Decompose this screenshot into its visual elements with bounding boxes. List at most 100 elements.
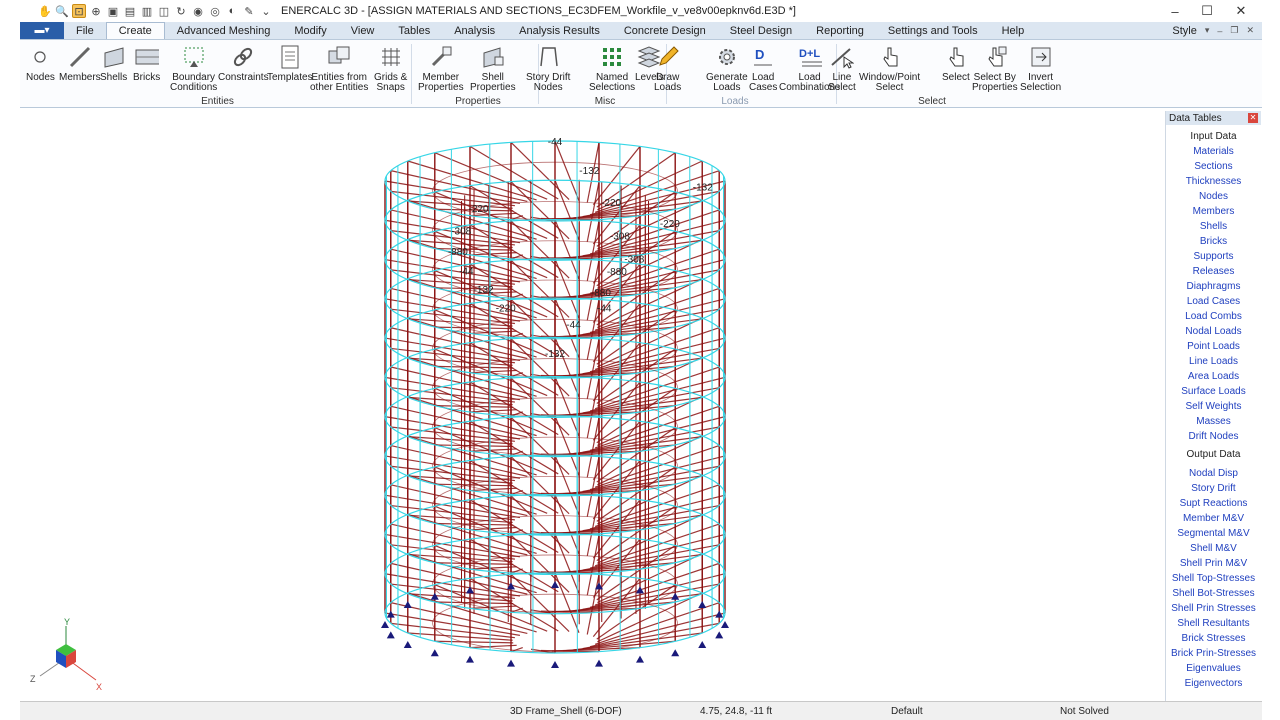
- menu-tab-reporting[interactable]: Reporting: [804, 22, 876, 39]
- menu-tab-settings-and-tools[interactable]: Settings and Tools: [876, 22, 990, 39]
- table-link-load-combs[interactable]: Load Combs: [1166, 309, 1261, 324]
- table-link-releases[interactable]: Releases: [1166, 264, 1261, 279]
- pan-hand-icon[interactable]: ✋: [38, 4, 52, 18]
- result-link-brick-stresses[interactable]: Brick Stresses: [1166, 631, 1261, 646]
- result-link-segmental-m-v[interactable]: Segmental M&V: [1166, 526, 1261, 541]
- shell-properties-button[interactable]: Shell Properties: [470, 43, 516, 93]
- maximize-button[interactable]: ☐: [1190, 0, 1224, 22]
- generate-loads-button[interactable]: Generate Loads: [706, 43, 748, 93]
- result-link-shell-m-v[interactable]: Shell M&V: [1166, 541, 1261, 556]
- result-link-shell-bot-stresses[interactable]: Shell Bot-Stresses: [1166, 586, 1261, 601]
- load-label: -132: [579, 166, 599, 177]
- members-button[interactable]: Members: [59, 43, 101, 83]
- result-link-eigenvectors[interactable]: Eigenvectors: [1166, 676, 1261, 691]
- select-button[interactable]: Select: [942, 43, 970, 83]
- menu-tab-create[interactable]: Create: [105, 22, 165, 39]
- result-link-brick-prin-stresses[interactable]: Brick Prin-Stresses: [1166, 646, 1261, 661]
- table-link-area-loads[interactable]: Area Loads: [1166, 369, 1261, 384]
- result-link-supt-reactions[interactable]: Supt Reactions: [1166, 496, 1261, 511]
- menu-tab-steel-design[interactable]: Steel Design: [718, 22, 804, 39]
- table-link-nodal-loads[interactable]: Nodal Loads: [1166, 324, 1261, 339]
- select-by-properties-button[interactable]: Select By Properties: [972, 43, 1018, 93]
- load-cases-button[interactable]: D Load Cases: [749, 43, 777, 93]
- named-selections-button[interactable]: Named Selections: [589, 43, 635, 93]
- menu-tabs: File Create Advanced Meshing Modify View Tabl…: [64, 22, 1036, 39]
- window-point-select-button[interactable]: Window/Point Select: [859, 43, 920, 93]
- boundary-conditions-button[interactable]: Boundary Conditions: [170, 43, 217, 93]
- invert-selection-button[interactable]: Invert Selection: [1020, 43, 1061, 93]
- table-link-surface-loads[interactable]: Surface Loads: [1166, 384, 1261, 399]
- table-link-bricks[interactable]: Bricks: [1166, 234, 1261, 249]
- result-link-nodal-disp[interactable]: Nodal Disp: [1166, 466, 1261, 481]
- bricks-button[interactable]: Bricks: [133, 43, 160, 83]
- render-icon[interactable]: ◐: [225, 4, 239, 18]
- table-link-point-loads[interactable]: Point Loads: [1166, 339, 1261, 354]
- eye-icon[interactable]: ◉: [191, 4, 205, 18]
- result-link-shell-top-stresses[interactable]: Shell Top-Stresses: [1166, 571, 1261, 586]
- table-link-drift-nodes[interactable]: Drift Nodes: [1166, 429, 1261, 444]
- panel-close-icon[interactable]: ✕: [1248, 113, 1258, 123]
- result-link-shell-prin-stresses[interactable]: Shell Prin Stresses: [1166, 601, 1261, 616]
- result-link-eigenvalues[interactable]: Eigenvalues: [1166, 661, 1261, 676]
- model-drawing[interactable]: -44-132-220-308-880-44-132-220-308-880-4…: [20, 111, 1160, 701]
- model-viewport[interactable]: -44 -132 -220 -308 -880 -44 -132 -220 -308 -880 -4…: [20, 111, 1160, 701]
- table-link-materials[interactable]: Materials: [1166, 144, 1261, 159]
- draw-loads-button[interactable]: Draw Loads: [654, 43, 681, 93]
- result-link-member-m-v[interactable]: Member M&V: [1166, 511, 1261, 526]
- view-3d-icon[interactable]: ◫: [157, 4, 171, 18]
- menu-tab-help[interactable]: Help: [990, 22, 1037, 39]
- style-label[interactable]: Style: [1172, 25, 1196, 37]
- table-link-supports[interactable]: Supports: [1166, 249, 1261, 264]
- menu-tab-analysis-results[interactable]: Analysis Results: [507, 22, 612, 39]
- view-elevation-icon[interactable]: ▤: [123, 4, 137, 18]
- grids-snaps-button[interactable]: Grids & Snaps: [374, 43, 407, 93]
- style-menu[interactable]: Style ▾ – ❐ ✕: [1172, 22, 1262, 39]
- shells-button[interactable]: Shells: [100, 43, 127, 83]
- menu-tab-modify[interactable]: Modify: [282, 22, 338, 39]
- view-side-icon[interactable]: ▥: [140, 4, 154, 18]
- minimize-button[interactable]: –: [1158, 0, 1192, 22]
- line-select-button[interactable]: Line Select: [828, 43, 856, 93]
- rotate-icon[interactable]: ↻: [174, 4, 188, 18]
- zoom-icon[interactable]: 🔍: [55, 4, 69, 18]
- nodes-button[interactable]: Nodes: [26, 43, 55, 83]
- zoom-window-icon[interactable]: ⊡: [72, 4, 86, 18]
- entities-from-other-button[interactable]: Entities from other Entities: [310, 43, 368, 93]
- menu-tab-advanced-meshing[interactable]: Advanced Meshing: [165, 22, 283, 39]
- story-drift-nodes-button[interactable]: Story Drift Nodes: [526, 43, 570, 93]
- templates-button[interactable]: Templates: [267, 43, 313, 83]
- constraints-button[interactable]: Constraints: [218, 43, 269, 83]
- result-link-story-drift[interactable]: Story Drift: [1166, 481, 1261, 496]
- view-plan-icon[interactable]: ▣: [106, 4, 120, 18]
- input-data-list: Materials Sections Thicknesses Nodes Members…: [1166, 144, 1261, 444]
- menu-tab-concrete-design[interactable]: Concrete Design: [612, 22, 718, 39]
- ribbon-restore-icon[interactable]: ❐: [1230, 25, 1238, 36]
- result-link-shell-resultants[interactable]: Shell Resultants: [1166, 616, 1261, 631]
- customize-icon[interactable]: ⌄: [259, 4, 273, 18]
- ribbon-close-icon[interactable]: ✕: [1246, 25, 1254, 36]
- table-link-nodes[interactable]: Nodes: [1166, 189, 1261, 204]
- menu-tab-tables[interactable]: Tables: [386, 22, 442, 39]
- close-button[interactable]: ✕: [1224, 0, 1258, 22]
- zoom-extents-icon[interactable]: ⊕: [89, 4, 103, 18]
- table-link-line-loads[interactable]: Line Loads: [1166, 354, 1261, 369]
- table-link-self-weights[interactable]: Self Weights: [1166, 399, 1261, 414]
- table-link-thicknesses[interactable]: Thicknesses: [1166, 174, 1261, 189]
- table-link-shells[interactable]: Shells: [1166, 219, 1261, 234]
- member-properties-button[interactable]: Member Properties: [418, 43, 464, 93]
- eye-hide-icon[interactable]: ◎: [208, 4, 222, 18]
- table-link-members[interactable]: Members: [1166, 204, 1261, 219]
- table-link-sections[interactable]: Sections: [1166, 159, 1261, 174]
- axis-x-label: X: [96, 682, 102, 692]
- ribbon-minimize-icon[interactable]: –: [1217, 26, 1222, 36]
- paint-icon[interactable]: ✎: [242, 4, 256, 18]
- table-link-masses[interactable]: Masses: [1166, 414, 1261, 429]
- menu-tab-analysis[interactable]: Analysis: [442, 22, 507, 39]
- result-link-shell-prin-m-v[interactable]: Shell Prin M&V: [1166, 556, 1261, 571]
- menu-tab-file[interactable]: File: [64, 22, 106, 39]
- structural-model[interactable]: -44-132-220-308-880-44-132-220-308-880-4…: [381, 137, 729, 668]
- table-link-load-cases[interactable]: Load Cases: [1166, 294, 1261, 309]
- table-link-diaphragms[interactable]: Diaphragms: [1166, 279, 1261, 294]
- application-menu-button[interactable]: ▬▾: [20, 22, 64, 39]
- menu-tab-view[interactable]: View: [339, 22, 387, 39]
